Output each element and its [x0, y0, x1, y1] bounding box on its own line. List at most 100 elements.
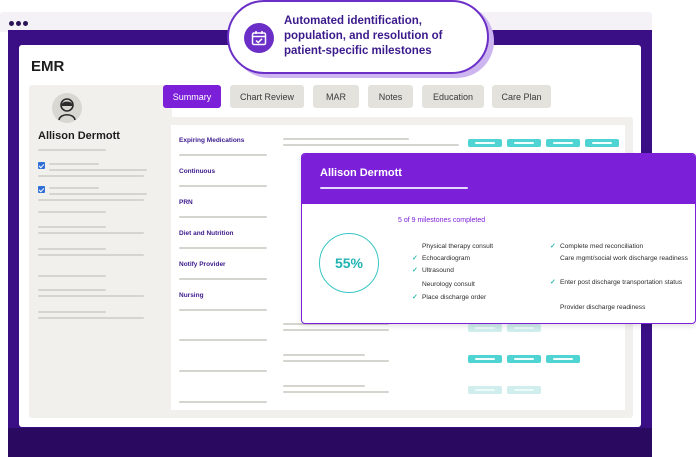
- check-icon: ✓: [550, 279, 556, 286]
- placeholder-line: [179, 309, 267, 311]
- placeholder-line: [283, 144, 459, 146]
- status-pill[interactable]: [468, 355, 502, 363]
- status-pill[interactable]: [507, 324, 541, 332]
- placeholder-line: [49, 169, 147, 171]
- checkbox-checked-icon[interactable]: [38, 162, 45, 169]
- row-label-notify-provider: Notify Provider: [179, 261, 226, 268]
- milestone-item: ✓ Enter post discharge transportation st…: [550, 278, 690, 287]
- status-pill[interactable]: [546, 139, 580, 147]
- placeholder-line: [38, 275, 106, 277]
- card-patient-name: Allison Dermott: [320, 167, 402, 179]
- row-label-diet-and-nutrition: Diet and Nutrition: [179, 230, 234, 237]
- callout-text: Automated identification, population, an…: [284, 15, 443, 57]
- placeholder-line: [38, 211, 106, 213]
- placeholder-line: [38, 295, 144, 297]
- person-icon: [58, 98, 76, 121]
- milestone-item: ✓ Ultrasound: [412, 266, 537, 275]
- placeholder-line: [283, 329, 389, 331]
- placeholder-line: [49, 193, 147, 195]
- milestone-item: Care mgmt/social work discharge readines…: [560, 254, 690, 263]
- screenshot-stage: EMR Allison Dermott Summary Chart Review…: [0, 0, 696, 457]
- tab-education[interactable]: Education: [422, 85, 484, 108]
- placeholder-line: [179, 401, 267, 403]
- placeholder-line: [179, 339, 267, 341]
- placeholder-line: [38, 175, 144, 177]
- status-pill[interactable]: [468, 139, 502, 147]
- placeholder-line: [179, 247, 267, 249]
- status-pill[interactable]: [468, 324, 502, 332]
- row-label-nursing: Nursing: [179, 292, 204, 299]
- placeholder-line: [179, 185, 267, 187]
- calendar-check-icon: [244, 23, 274, 53]
- checkbox-checked-icon[interactable]: [38, 186, 45, 193]
- milestone-label: Neurology consult: [422, 281, 475, 288]
- milestone-item: ✓ Echocardiogram: [412, 254, 537, 263]
- tab-notes[interactable]: Notes: [368, 85, 413, 108]
- window-dot-icon: [16, 21, 21, 26]
- placeholder-line: [320, 187, 468, 189]
- tab-summary[interactable]: Summary: [163, 85, 221, 108]
- milestone-label: Ultrasound: [422, 267, 454, 274]
- placeholder-line: [38, 149, 106, 151]
- placeholder-line: [283, 138, 409, 140]
- placeholder-line: [283, 391, 389, 393]
- status-pill[interactable]: [507, 386, 541, 394]
- milestones-card: Allison Dermott 55% 5 of 9 milestones co…: [301, 153, 696, 324]
- milestone-item: ✓ Place discharge order: [412, 293, 537, 302]
- patient-sidebar: Allison Dermott: [29, 85, 172, 418]
- placeholder-line: [179, 370, 267, 372]
- placeholder-line: [38, 232, 144, 234]
- placeholder-line: [179, 154, 267, 156]
- tab-care-plan[interactable]: Care Plan: [492, 85, 551, 108]
- placeholder-line: [283, 360, 389, 362]
- milestone-item: ✓ Complete med reconciliation: [550, 242, 690, 251]
- check-icon: ✓: [412, 294, 418, 301]
- status-pill[interactable]: [507, 355, 541, 363]
- placeholder-line: [283, 354, 365, 356]
- milestones-count: 5 of 9 milestones completed: [398, 217, 486, 224]
- milestone-label: Complete med reconciliation: [560, 243, 644, 250]
- check-icon: ✓: [412, 255, 418, 262]
- placeholder-line: [38, 254, 144, 256]
- app-footer-band: [8, 428, 652, 457]
- milestone-label: Enter post discharge transportation stat…: [560, 279, 683, 286]
- row-label-prn: PRN: [179, 199, 193, 206]
- placeholder-line: [38, 317, 144, 319]
- placeholder-line: [179, 278, 267, 280]
- card-header: Allison Dermott: [302, 154, 695, 204]
- status-pill[interactable]: [585, 139, 619, 147]
- row-label-continuous: Continuous: [179, 168, 216, 175]
- progress-indicator: 55%: [319, 233, 379, 293]
- status-pill[interactable]: [507, 139, 541, 147]
- milestone-label: Provider discharge readiness: [560, 304, 646, 311]
- milestone-label: Care mgmt/social work discharge readines…: [560, 255, 688, 262]
- placeholder-line: [38, 311, 106, 313]
- status-pill[interactable]: [546, 355, 580, 363]
- check-icon: ✓: [412, 267, 418, 274]
- check-icon: ✓: [550, 243, 556, 250]
- placeholder-line: [283, 385, 365, 387]
- tab-mar[interactable]: MAR: [313, 85, 359, 108]
- milestone-label: Echocardiogram: [422, 255, 471, 262]
- placeholder-line: [179, 216, 267, 218]
- window-dot-icon: [23, 21, 28, 26]
- status-pill[interactable]: [468, 386, 502, 394]
- avatar: [52, 93, 82, 123]
- milestone-item: Physical therapy consult: [422, 242, 537, 251]
- feature-callout: Automated identification, population, an…: [227, 0, 489, 74]
- patient-name: Allison Dermott: [38, 130, 120, 142]
- placeholder-line: [38, 248, 106, 250]
- tab-chart-review[interactable]: Chart Review: [230, 85, 304, 108]
- placeholder-line: [49, 163, 99, 165]
- milestone-item: Neurology consult: [422, 280, 537, 289]
- milestone-label: Physical therapy consult: [422, 243, 494, 250]
- row-label-expiring-medications: Expiring Medications: [179, 137, 245, 144]
- milestone-item: Provider discharge readiness: [560, 303, 690, 312]
- placeholder-line: [38, 199, 144, 201]
- app-title: EMR: [31, 58, 65, 75]
- placeholder-line: [38, 226, 106, 228]
- milestone-label: Place discharge order: [422, 294, 487, 301]
- placeholder-line: [38, 289, 106, 291]
- window-dot-icon: [9, 21, 14, 26]
- placeholder-line: [49, 187, 99, 189]
